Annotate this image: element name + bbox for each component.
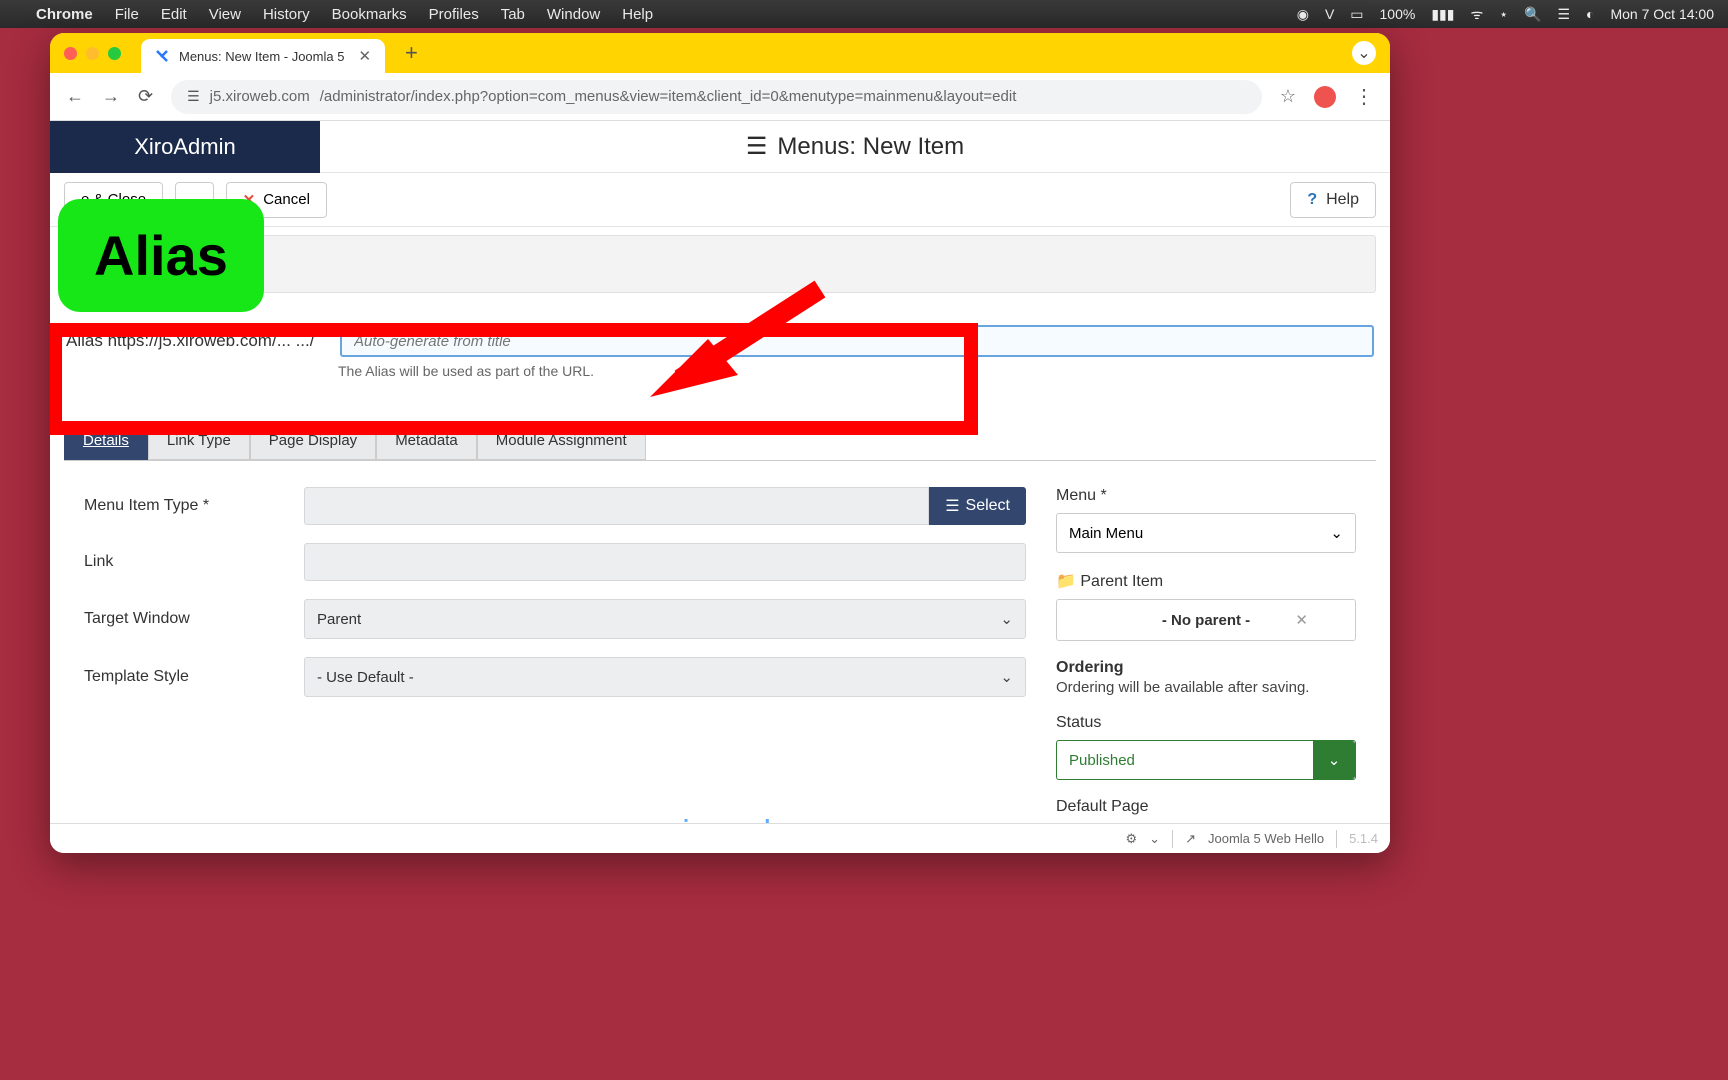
back-button[interactable]: ←	[66, 86, 84, 107]
chevron-down-icon: ⌄	[1330, 524, 1343, 542]
folder-icon: 📁	[1056, 573, 1076, 590]
site-info-icon[interactable]: ☰	[187, 88, 200, 105]
control-center-icon[interactable]: ☰	[1557, 6, 1570, 23]
alias-callout: Alias	[58, 199, 264, 312]
record-icon[interactable]: ◉	[1297, 6, 1309, 23]
status-select[interactable]: Published⌄	[1056, 740, 1356, 780]
parent-item-label: 📁 Parent Item	[1056, 571, 1356, 591]
window-close[interactable]	[64, 47, 77, 60]
admin-brand[interactable]: XiroAdmin	[50, 121, 320, 173]
external-link-icon[interactable]: ↗	[1185, 831, 1196, 847]
window-minimize[interactable]	[86, 47, 99, 60]
default-page-label: Default Page	[1056, 798, 1356, 816]
reload-button[interactable]: ⟳	[138, 86, 153, 107]
help-button[interactable]: ? Help	[1290, 182, 1376, 218]
clear-icon[interactable]: ✕	[1295, 611, 1308, 629]
status-link[interactable]: Joomla 5 Web Hello	[1208, 831, 1324, 846]
page-title: ☰ Menus: New Item	[320, 121, 1390, 173]
menu-item-type-label: Menu Item Type *	[84, 497, 304, 515]
siri-icon[interactable]: ◐	[1586, 6, 1594, 22]
parent-item-select[interactable]: - No parent -✕	[1056, 599, 1356, 641]
link-field[interactable]	[304, 543, 1026, 581]
menu-history[interactable]: History	[263, 6, 310, 23]
address-bar[interactable]: ☰ j5.xiroweb.com/administrator/index.php…	[171, 80, 1262, 114]
ordering-label: Ordering	[1056, 659, 1356, 677]
status-label: Status	[1056, 714, 1356, 732]
menu-item-type-select[interactable]: ☰Select	[929, 487, 1026, 525]
gear-icon[interactable]: ⚙	[1126, 831, 1138, 847]
chevron-down-icon: ⌄	[1000, 668, 1013, 686]
list-icon: ☰	[945, 496, 959, 516]
display-icon[interactable]: ▭	[1350, 6, 1363, 23]
ordering-note: Ordering will be available after saving.	[1056, 679, 1356, 696]
battery-text: 100%	[1380, 6, 1416, 22]
tab-close-icon[interactable]: ✕	[358, 47, 371, 65]
window-maximize[interactable]	[108, 47, 121, 60]
v-icon[interactable]: V	[1325, 6, 1334, 22]
menu-item-type-field[interactable]	[304, 487, 929, 525]
list-icon: ☰	[746, 132, 768, 161]
menu-tab[interactable]: Tab	[501, 6, 525, 23]
favicon-icon	[155, 48, 171, 64]
menu-bookmarks[interactable]: Bookmarks	[332, 6, 407, 23]
target-window-select[interactable]: Parent⌄	[304, 599, 1026, 639]
template-style-label: Template Style	[84, 668, 304, 686]
tab-bar: Menus: New Item - Joomla 5 ✕ + ⌄	[50, 33, 1390, 73]
chevron-down-icon: ⌄	[1000, 610, 1013, 628]
chrome-window: Menus: New Item - Joomla 5 ✕ + ⌄ ← → ⟳ ☰…	[50, 33, 1390, 853]
link-label: Link	[84, 553, 304, 571]
menu-label: Menu *	[1056, 487, 1356, 505]
menu-edit[interactable]: Edit	[161, 6, 187, 23]
tab-title: Menus: New Item - Joomla 5	[179, 49, 344, 64]
battery-icon: ▮▮▮	[1431, 6, 1454, 23]
template-style-select[interactable]: - Use Default -⌄	[304, 657, 1026, 697]
extension-icon[interactable]	[1314, 86, 1336, 108]
chevron-down-icon[interactable]: ⌄	[1149, 831, 1160, 847]
status-bar: ⚙ ⌄ ↗ Joomla 5 Web Hello 5.1.4	[50, 823, 1390, 853]
menu-help[interactable]: Help	[622, 6, 653, 23]
menu-view[interactable]: View	[209, 6, 241, 23]
target-window-label: Target Window	[84, 610, 304, 628]
forward-button[interactable]: →	[102, 86, 120, 107]
browser-tab[interactable]: Menus: New Item - Joomla 5 ✕	[141, 39, 385, 73]
new-tab-button[interactable]: +	[405, 40, 418, 66]
menu-window[interactable]: Window	[547, 6, 600, 23]
clock[interactable]: Mon 7 Oct 14:00	[1610, 6, 1714, 22]
bookmark-icon[interactable]: ☆	[1280, 86, 1296, 107]
url-path: /administrator/index.php?option=com_menu…	[320, 88, 1017, 105]
bt-icon[interactable]: ⋆	[1499, 6, 1508, 23]
menu-file[interactable]: File	[115, 6, 139, 23]
version-badge: 5.1.4	[1349, 831, 1378, 846]
arrow-icon	[630, 279, 850, 399]
wifi-icon[interactable]: ᯤ	[1470, 5, 1483, 24]
search-icon[interactable]: 🔍	[1524, 6, 1541, 23]
menubar-right: ◉ V ▭ 100% ▮▮▮ ᯤ ⋆ 🔍 ☰ ◐ Mon 7 Oct 14:00	[1297, 5, 1714, 24]
tab-overflow[interactable]: ⌄	[1352, 41, 1376, 65]
macos-menubar: Chrome File Edit View History Bookmarks …	[0, 0, 1728, 28]
chevron-down-icon: ⌄	[1313, 741, 1355, 779]
url-host: j5.xiroweb.com	[210, 88, 310, 105]
chrome-menu-icon[interactable]: ⋮	[1354, 84, 1374, 109]
url-bar: ← → ⟳ ☰ j5.xiroweb.com/administrator/ind…	[50, 73, 1390, 121]
menubar-app[interactable]: Chrome	[36, 6, 93, 23]
menu-profiles[interactable]: Profiles	[429, 6, 479, 23]
menu-select[interactable]: Main Menu⌄	[1056, 513, 1356, 553]
